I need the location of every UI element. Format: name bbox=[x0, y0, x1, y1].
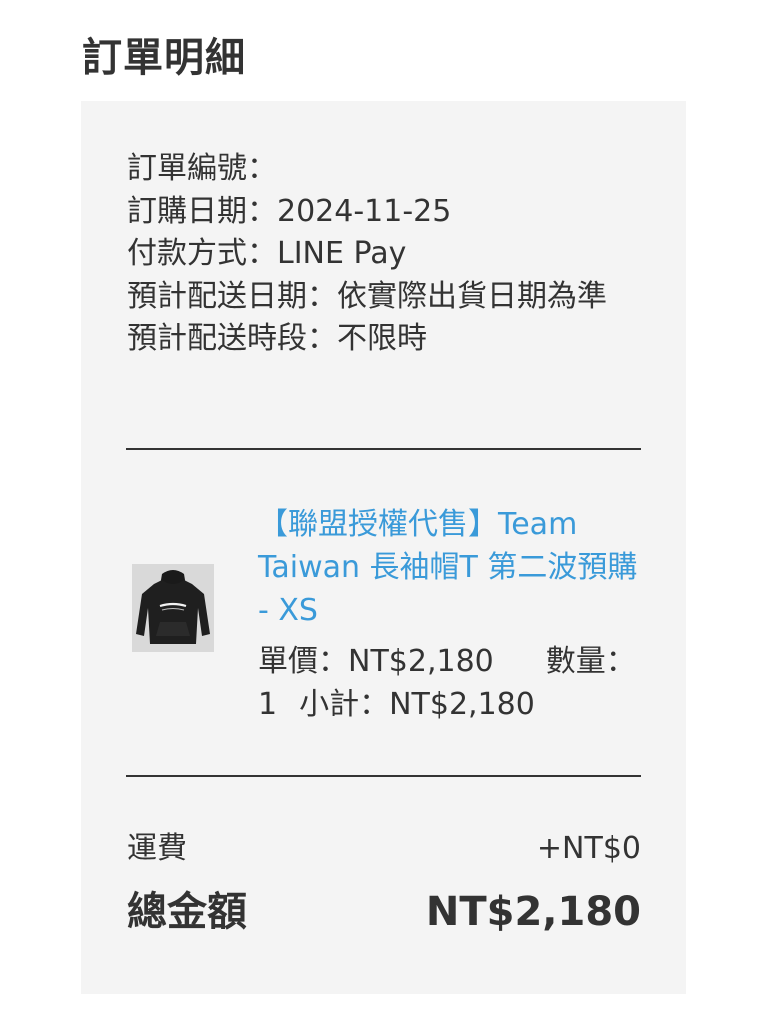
price-line: 單價：NT$2,180 數量：1 小計：NT$2,180 bbox=[258, 640, 648, 726]
total-value: NT$2,180 bbox=[425, 889, 641, 935]
delivery-date: 預計配送日期：依實際出貨日期為準 bbox=[127, 278, 607, 314]
payment-method: 付款方式：LINE Pay bbox=[127, 236, 407, 271]
order-detail-card: 訂單編號： 訂購日期：2024-11-25 付款方式：LINE Pay 預計配送… bbox=[81, 101, 686, 994]
shipping-label: 運費 bbox=[127, 831, 187, 866]
total-row: 總金額 NT$2,180 bbox=[127, 879, 641, 937]
unit-price: 單價：NT$2,180 bbox=[258, 644, 494, 679]
delivery-time: 預計配送時段：不限時 bbox=[127, 321, 427, 356]
hoodie-product-image[interactable] bbox=[132, 564, 214, 652]
hoodie-icon bbox=[132, 564, 214, 652]
divider bbox=[126, 448, 641, 450]
shipping-value: +NT$0 bbox=[536, 831, 641, 866]
shipping-row: 運費 +NT$0 bbox=[127, 823, 641, 867]
order-info: 訂單編號： 訂購日期：2024-11-25 付款方式：LINE Pay 預計配送… bbox=[127, 148, 647, 361]
page-title: 訂單明細 bbox=[82, 35, 246, 81]
total-label: 總金額 bbox=[127, 889, 247, 935]
subtotal: 小計：NT$2,180 bbox=[299, 687, 535, 722]
product-name-link[interactable]: 【聯盟授權代售】Team Taiwan 長袖帽T 第二波預購 - XS bbox=[258, 503, 643, 632]
order-number: 訂單編號： bbox=[127, 151, 277, 186]
order-date: 訂購日期：2024-11-25 bbox=[127, 193, 452, 229]
divider bbox=[126, 775, 641, 777]
